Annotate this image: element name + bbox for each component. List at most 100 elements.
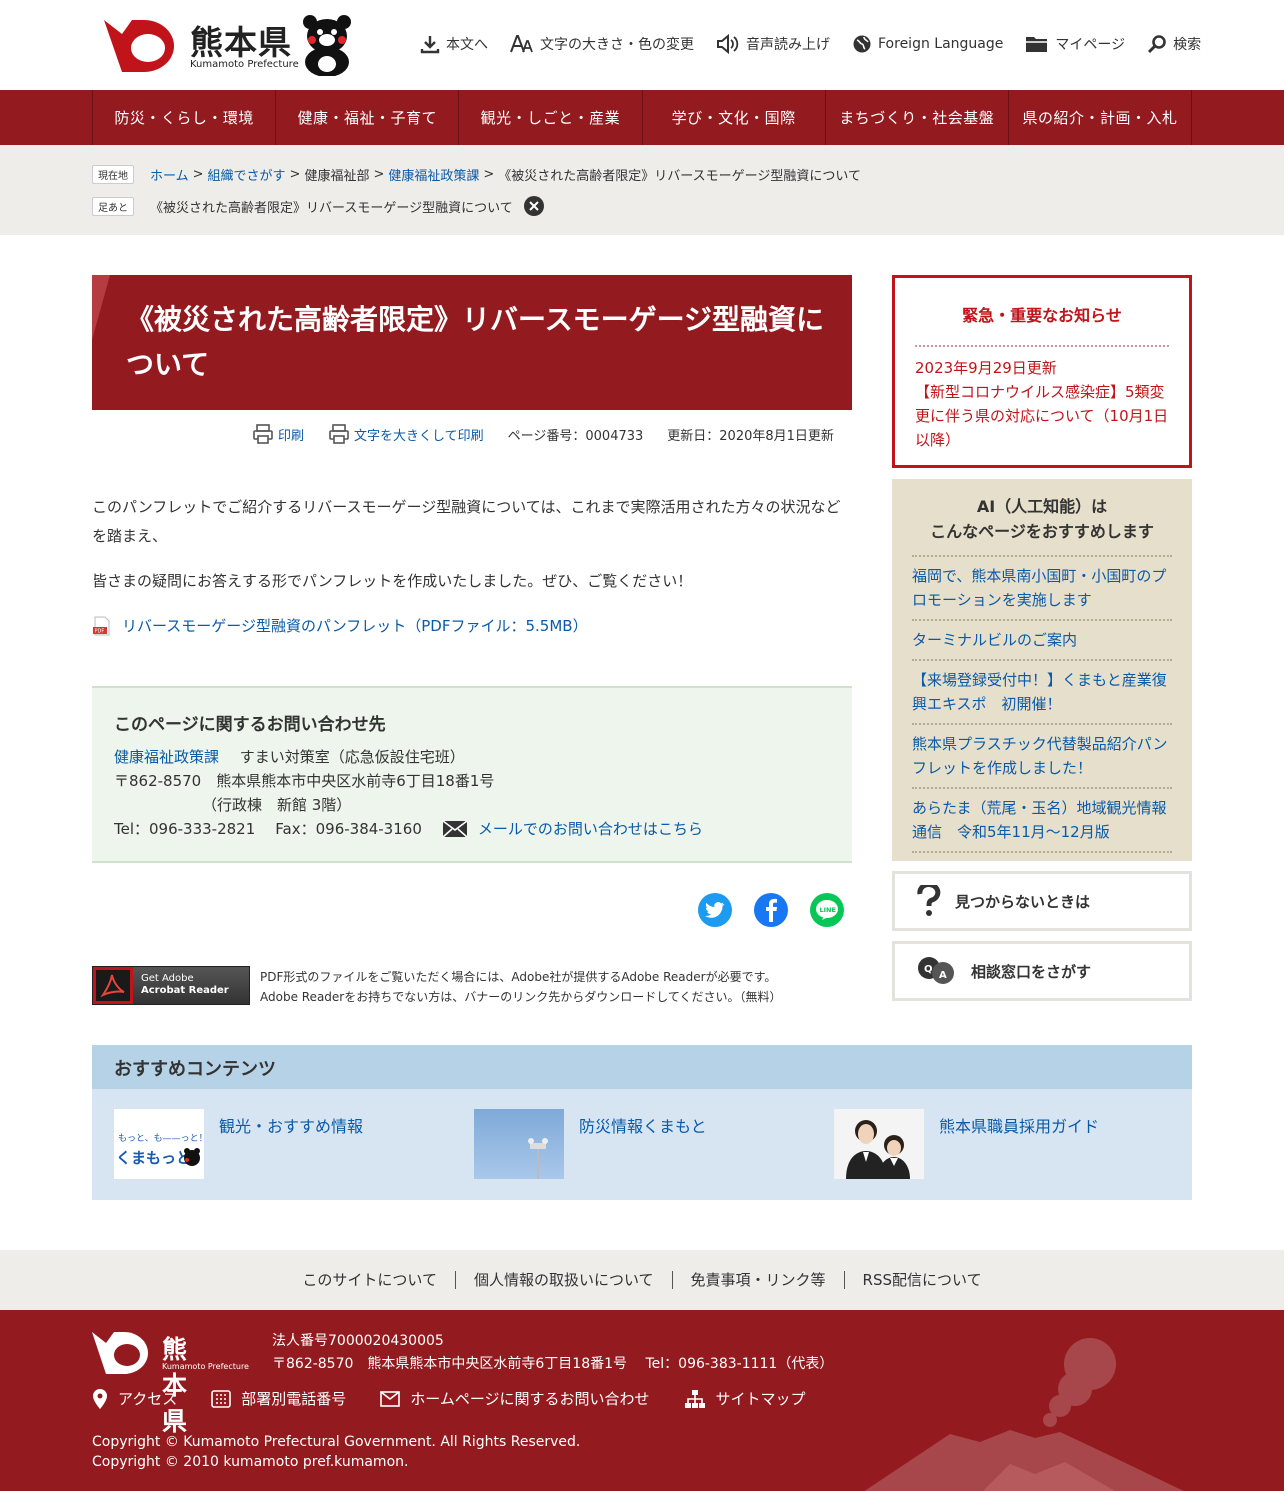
line-share-button[interactable]: LINE — [810, 893, 844, 927]
facebook-share-button[interactable] — [754, 893, 788, 927]
breadcrumb-home[interactable]: ホーム — [150, 165, 189, 184]
breadcrumb-separator: > — [373, 167, 385, 182]
staff-photo-icon — [846, 1120, 910, 1179]
not-found-label: 見つからないときは — [955, 892, 1091, 911]
print-link[interactable]: 印刷 — [252, 423, 304, 445]
recommended-item-tourism[interactable]: もっと、も——っと！ くまもっと。 観光・おすすめ情報 — [114, 1109, 363, 1179]
footer-link-about[interactable]: このサイトについて — [284, 1271, 455, 1289]
recruit-label: 熊本県職員採用ガイド — [939, 1117, 1100, 1136]
footer-link-phone-directory[interactable]: 部署別電話番号 — [211, 1388, 346, 1409]
important-notice-box: 緊急・重要なお知らせ 2023年9月29日更新 【新型コロナウイルス感染症】5類… — [892, 275, 1192, 468]
ai-recommendation-item[interactable]: あらたま（荒尾・玉名）地域観光情報通信 令和5年11月～12月版 — [912, 787, 1172, 853]
footer-link-access[interactable]: アクセス — [92, 1388, 177, 1409]
breadcrumb-separator: > — [289, 167, 301, 182]
utility-nav: 本文へ 文字の大きさ・色の変更 音声読み上げ Foreign Language … — [420, 34, 1201, 54]
ai-recommendation-item[interactable]: 【来場登録受付中！】くまもと産業復興エキスポ 初開催！ — [912, 659, 1172, 723]
site-header: 熊本県 Kumamoto Prefecture 本文へ 文字の大きさ・色の変更 … — [0, 0, 1284, 90]
question-icon — [917, 885, 941, 916]
print-large-link[interactable]: 文字を大きくして印刷 — [328, 423, 484, 445]
pdf-file-icon: PDF — [93, 616, 110, 635]
copyright: Copyright © Kumamoto Prefectural Governm… — [92, 1432, 580, 1472]
print-label: 印刷 — [278, 428, 305, 444]
division-link[interactable]: 健康福祉政策課 — [114, 748, 219, 766]
recruit-thumbnail — [834, 1109, 924, 1179]
svg-text:LINE: LINE — [820, 906, 836, 914]
ai-recommendation-item[interactable]: ターミナルビルのご案内 — [912, 619, 1172, 659]
nav-item-town-infrastructure[interactable]: まちづくり・社会基盤 — [824, 90, 1008, 145]
footer-info: 法人番号7000020430005 〒862-8570 熊本県熊本市中央区水前寺… — [272, 1330, 833, 1376]
history-item[interactable]: 《被災された高齢者限定》リバースモーゲージ型融資について — [150, 197, 513, 216]
breadcrumb-org[interactable]: 組織でさがす — [208, 165, 286, 184]
twitter-icon — [705, 902, 725, 918]
notice-title: 緊急・重要なお知らせ — [962, 306, 1122, 325]
footer-link-sitemap-label: サイトマップ — [715, 1390, 806, 1408]
line-icon: LINE — [816, 900, 838, 920]
ai-recommendation-item[interactable]: 熊本県プラスチック代替製品紹介パンフレットを作成しました！ — [912, 723, 1172, 787]
skip-to-content-link[interactable]: 本文へ — [420, 34, 488, 54]
ai-recommendation-box: AI（人工知能）は こんなページをおすすめします 福岡で、熊本県南小国町・小国町… — [892, 479, 1192, 861]
footer-link-rss[interactable]: RSS配信について — [843, 1271, 1000, 1289]
breadcrumb-dept: 健康福祉部 — [304, 169, 370, 184]
search-link[interactable]: 検索 — [1147, 34, 1201, 54]
contact-box: このページに関するお問い合わせ先 健康福祉政策課 すまい対策室（応急仮設住宅班）… — [92, 686, 852, 863]
footer-link-privacy[interactable]: 個人情報の取扱いについて — [454, 1271, 672, 1289]
foreign-language-link[interactable]: Foreign Language — [852, 34, 1003, 54]
speech-reader-label: 音声読み上げ — [746, 37, 830, 53]
footer-link-sitemap[interactable]: サイトマップ — [684, 1388, 806, 1409]
nav-item-disaster-life[interactable]: 防災・くらし・環境 — [92, 90, 275, 145]
footer-links: アクセス 部署別電話番号 ホームページに関するお問い合わせ サイトマップ — [92, 1388, 840, 1409]
footer-link-inquiry[interactable]: ホームページに関するお問い合わせ — [380, 1388, 650, 1409]
contact-fax: Fax：096-384-3160 — [275, 820, 422, 838]
history-trail: 足あと 《被災された高齢者限定》リバースモーゲージ型融資について — [92, 195, 545, 217]
corporate-number: 法人番号7000020430005 — [272, 1333, 444, 1349]
logo-subtitle: Kumamoto Prefecture — [190, 59, 299, 70]
site-logo[interactable]: 熊本県 Kumamoto Prefecture — [104, 15, 354, 76]
acrobat-icon — [93, 967, 133, 1004]
contact-division-line: 健康福祉政策課 すまい対策室（応急仮設住宅班） — [114, 746, 465, 767]
text-size-color-link[interactable]: 文字の大きさ・色の変更 — [510, 34, 694, 54]
contact-phone-line: Tel：096-333-2821 Fax：096-384-3160 メールでのお… — [114, 818, 703, 839]
ai-recommendation-item[interactable]: 福岡で、熊本県南小国町・小国町のプロモーションを実施します — [912, 555, 1172, 619]
loudspeaker-pole-icon — [528, 1138, 548, 1179]
skip-to-content-label: 本文へ — [446, 37, 488, 53]
nav-item-tourism-industry[interactable]: 観光・しごと・産業 — [458, 90, 641, 145]
consultation-label: 相談窓口をさがす — [971, 962, 1092, 981]
tourism-label: 観光・おすすめ情報 — [219, 1117, 364, 1136]
adobe-reader-notice: Get Adobe Acrobat Reader PDF形式のファイルをご覧いた… — [92, 966, 852, 1006]
footer-link-phone-label: 部署別電話番号 — [241, 1390, 347, 1408]
current-location-tag: 現在地 — [92, 165, 134, 184]
svg-text:PDF: PDF — [95, 628, 105, 634]
map-pin-icon — [93, 1388, 107, 1409]
adobe-text-line1: PDF形式のファイルをご覧いただく場合には、Adobe社が提供するAdobe R… — [260, 970, 777, 984]
globe-icon — [853, 35, 871, 53]
adobe-reader-text: PDF形式のファイルをご覧いただく場合には、Adobe社が提供するAdobe R… — [260, 967, 782, 1007]
breadcrumb-area: 現在地 ホーム > 組織でさがす > 健康福祉部 > 健康福祉政策課 > 《被災… — [0, 145, 1284, 235]
adobe-reader-banner[interactable]: Get Adobe Acrobat Reader — [92, 966, 250, 1005]
mail-icon — [442, 819, 468, 838]
text-size-icon — [510, 35, 533, 53]
recommended-title: おすすめコンテンツ — [114, 1059, 276, 1080]
mail-contact-link[interactable]: メールでのお問い合わせはこちら — [478, 818, 703, 839]
pdf-download-link[interactable]: PDF リバースモーゲージ型融資のパンフレット（PDFファイル：5.5MB） — [92, 615, 588, 636]
speaker-icon — [717, 34, 739, 54]
speech-reader-link[interactable]: 音声読み上げ — [716, 34, 830, 54]
nav-item-education-culture[interactable]: 学び・文化・国際 — [641, 90, 825, 145]
social-share: LINE — [698, 893, 844, 927]
notice-item[interactable]: 2023年9月29日更新 【新型コロナウイルス感染症】5類変更に伴う県の対応につ… — [915, 356, 1173, 452]
contact-address: 〒862-8570 熊本県熊本市中央区水前寺6丁目18番1号 — [114, 772, 495, 790]
mypage-link[interactable]: マイページ — [1025, 34, 1125, 54]
recommended-item-disaster[interactable]: 防災情報くまもと — [474, 1109, 707, 1179]
close-icon[interactable] — [523, 195, 545, 217]
nav-item-prefecture-info[interactable]: 県の紹介・計画・入札 — [1007, 90, 1193, 145]
phone-directory-icon — [211, 1389, 232, 1408]
footer-link-disclaimer[interactable]: 免責事項・リンク等 — [671, 1271, 844, 1289]
nav-item-health-welfare[interactable]: 健康・福祉・子育て — [275, 90, 458, 145]
breadcrumb-division[interactable]: 健康福祉政策課 — [388, 165, 479, 184]
consultation-button[interactable]: QA 相談窓口をさがす — [892, 941, 1192, 1001]
volcano-illustration — [864, 1338, 1184, 1491]
twitter-share-button[interactable] — [698, 893, 732, 927]
svg-text:Q: Q — [924, 964, 933, 975]
recommended-header: おすすめコンテンツ — [92, 1045, 1192, 1089]
not-found-button[interactable]: 見つからないときは — [892, 871, 1192, 931]
recommended-item-recruit[interactable]: 熊本県職員採用ガイド — [834, 1109, 1099, 1179]
